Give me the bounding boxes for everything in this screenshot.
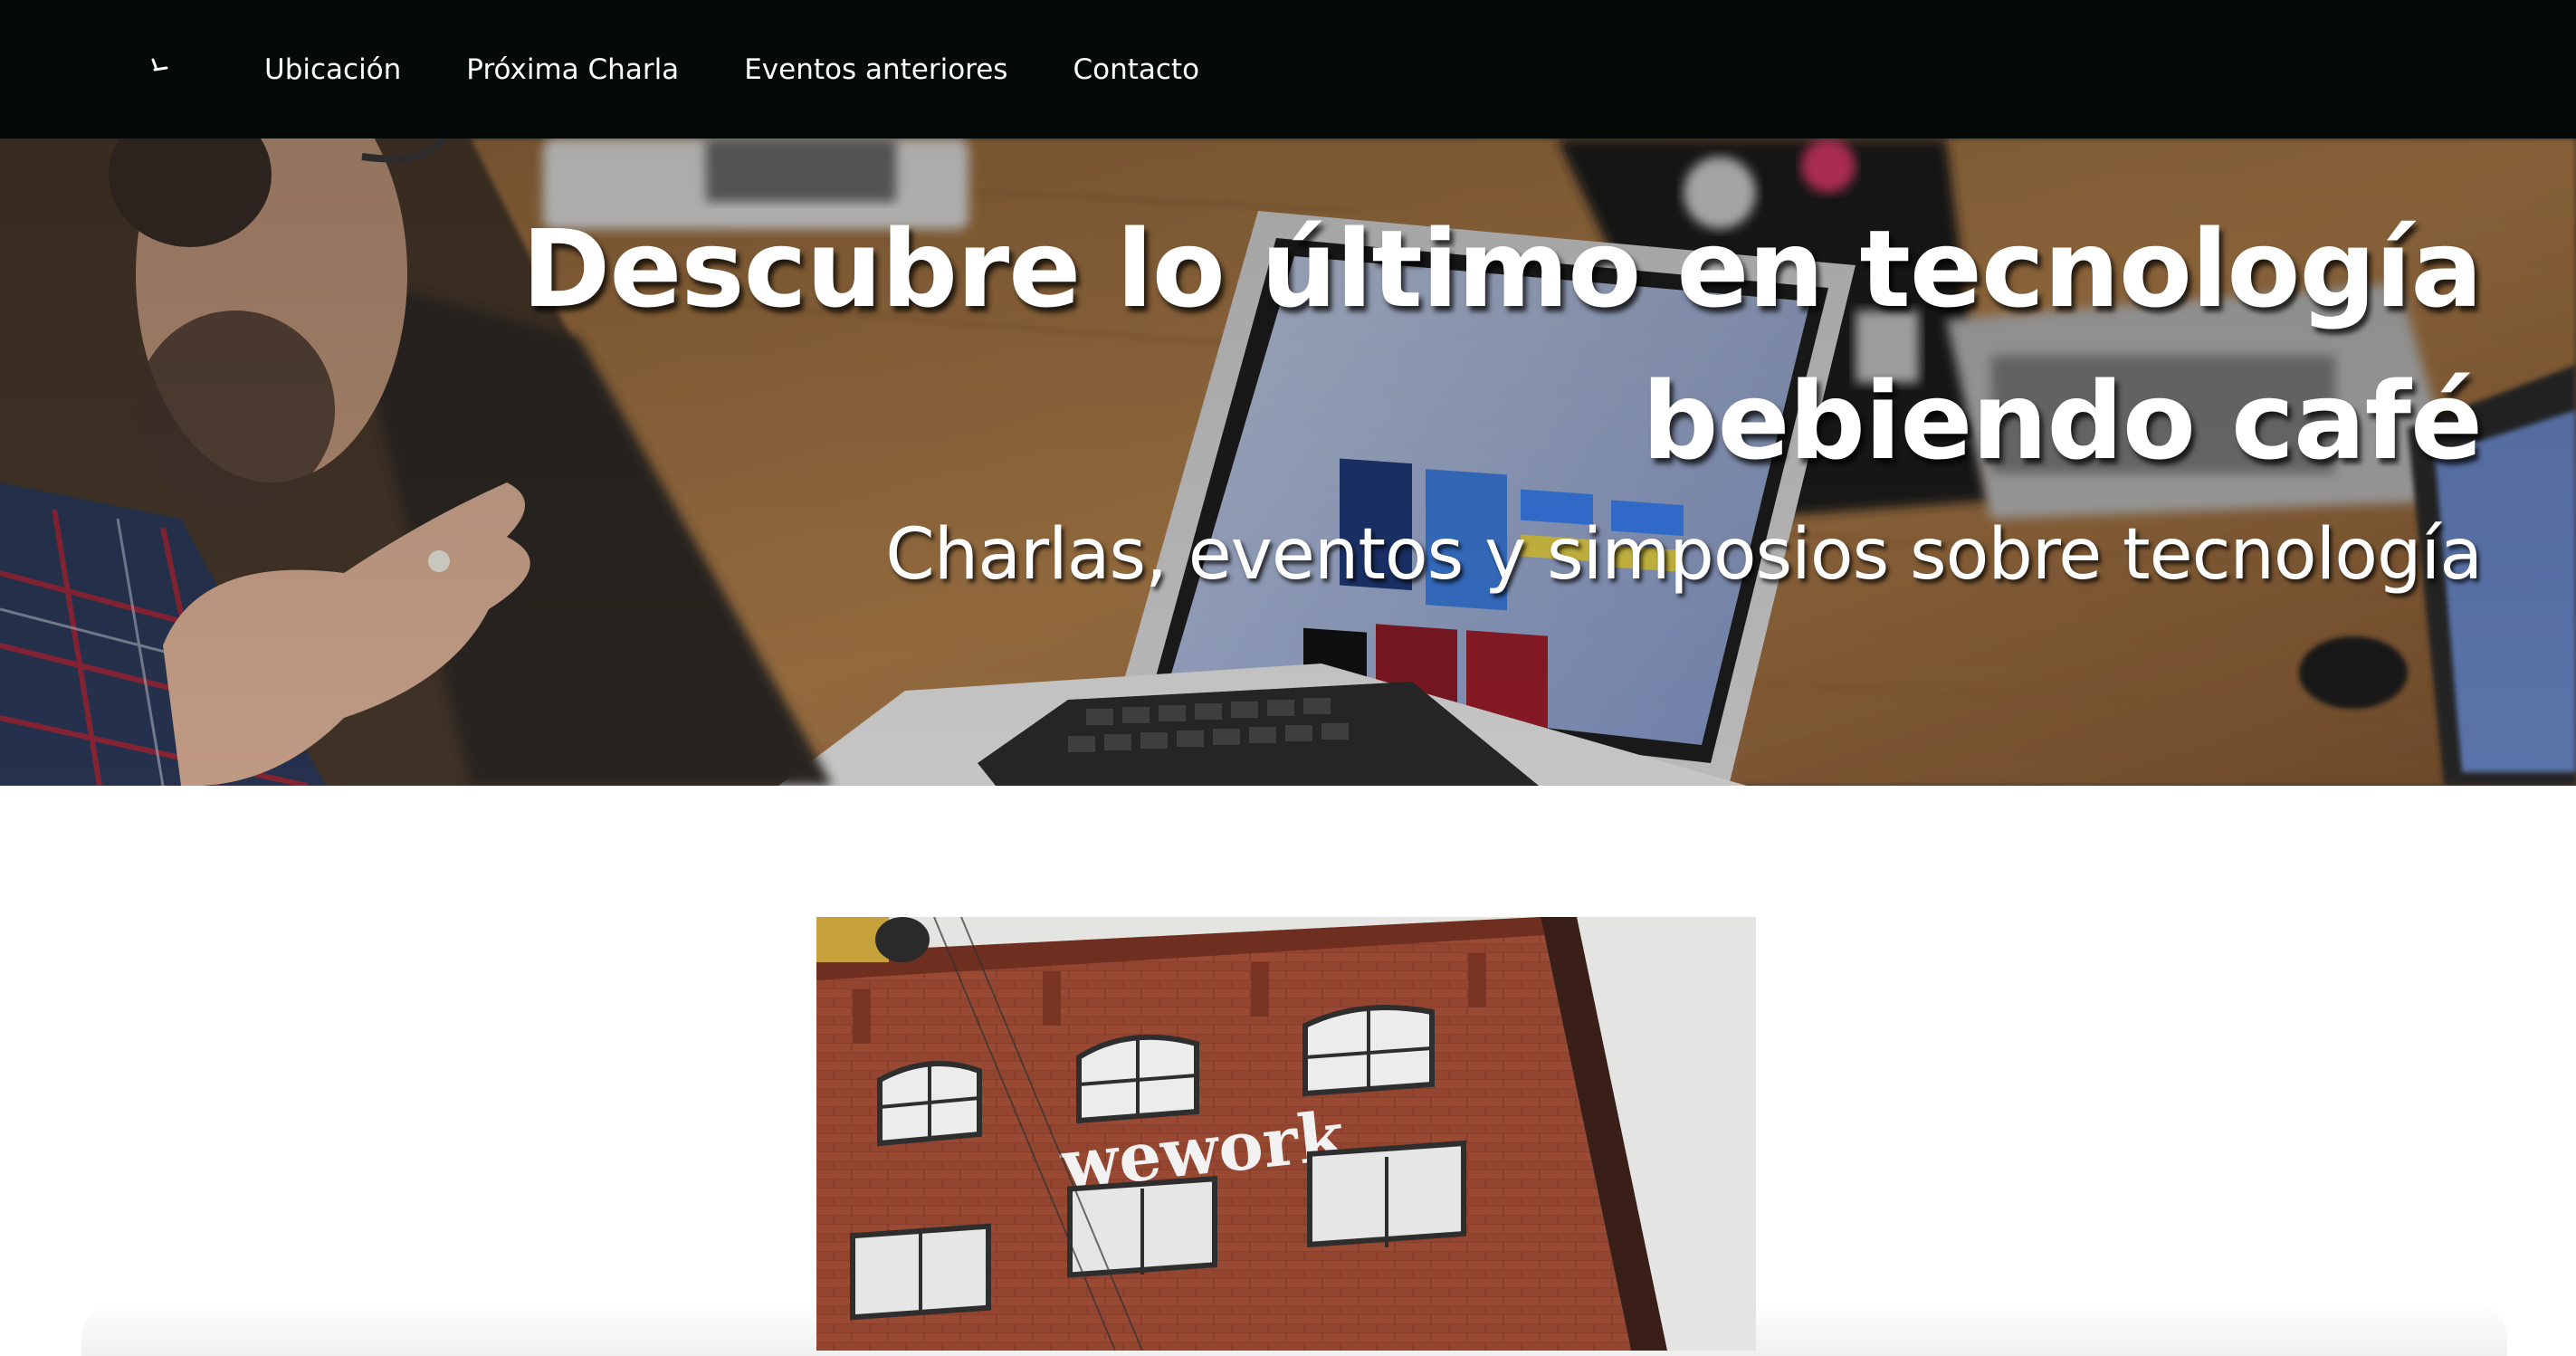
hero-subtitle: Charlas, eventos y simposios sobre tecno…	[885, 514, 2483, 596]
nav-link-proxima-charla[interactable]: Próxima Charla	[466, 53, 679, 86]
hero-title: Descubre lo último en tecnología bebiend…	[521, 206, 2483, 483]
top-navbar: Ubicación Próxima Charla Eventos anterio…	[0, 0, 2576, 138]
nav-link-contacto[interactable]: Contacto	[1073, 53, 1199, 86]
venue-building-image: wework	[816, 917, 1756, 1351]
hero-banner: Descubre lo último en tecnología bebiend…	[0, 138, 2576, 786]
nav-link-eventos-anteriores[interactable]: Eventos anteriores	[744, 53, 1007, 86]
nav-menu: Ubicación Próxima Charla Eventos anterio…	[264, 0, 1264, 138]
coffee-cup-logo-icon[interactable]	[147, 54, 174, 81]
nav-link-ubicacion[interactable]: Ubicación	[264, 53, 401, 86]
main-content: wework	[0, 786, 2576, 1356]
